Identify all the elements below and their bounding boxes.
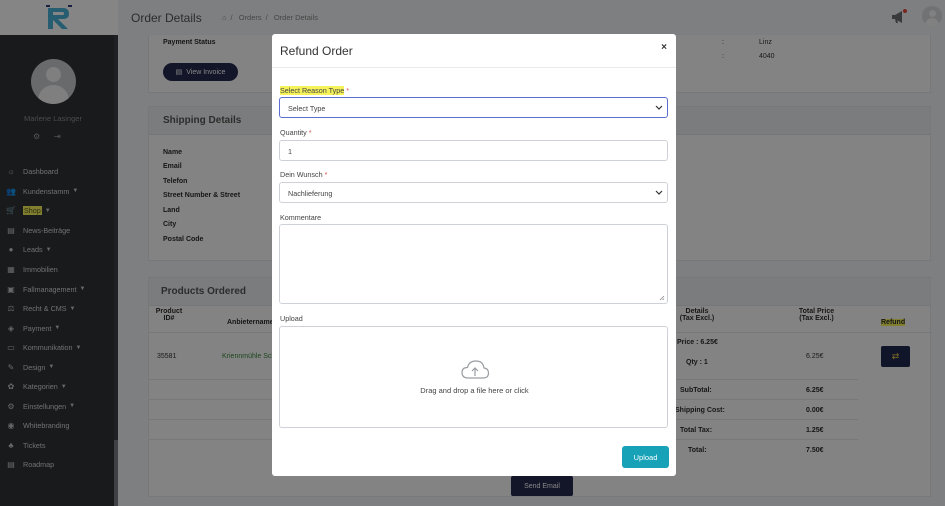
close-icon[interactable]: × [661,42,667,53]
refund-order-modal: Refund Order × Select Reason Type * Selec… [272,34,676,476]
kommentare-textarea[interactable] [279,224,668,304]
chevron-down-icon [655,190,663,195]
quantity-input[interactable]: 1 [279,140,668,161]
wunsch-select[interactable]: Nachlieferung [279,182,668,203]
dropzone-text: Drag and drop a file here or click [420,386,529,395]
reason-type-select[interactable]: Select Type [279,97,668,118]
upload-dropzone[interactable]: Drag and drop a file here or click [279,326,668,428]
resize-grip-icon[interactable] [659,295,665,301]
reason-type-label: Select Reason Type * [280,86,350,95]
cloud-upload-icon [461,360,490,379]
upload-label: Upload [280,314,303,323]
kommentare-label: Kommentare [280,213,322,222]
modal-header: Refund Order × [272,34,676,68]
quantity-label: Quantity * [280,128,312,137]
chevron-down-icon [655,105,663,110]
upload-button[interactable]: Upload [622,446,669,468]
modal-title: Refund Order [280,44,353,58]
wunsch-label: Dein Wunsch * [280,170,328,179]
